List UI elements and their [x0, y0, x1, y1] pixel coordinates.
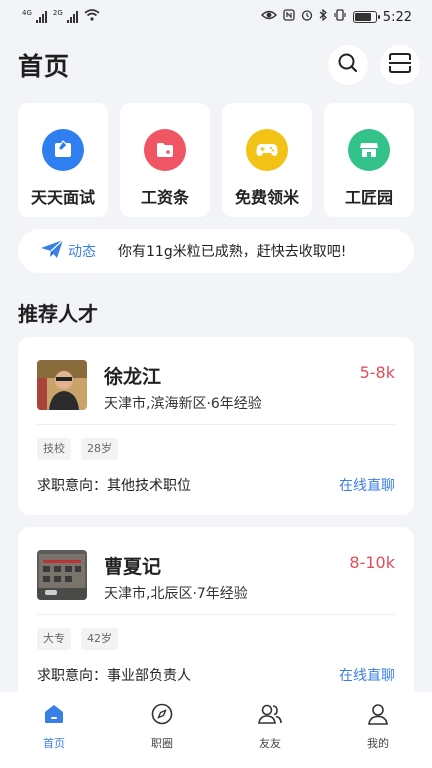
tile-craftsman-park[interactable]: 工匠园 [324, 103, 414, 217]
sim1-network-type: 4G [22, 9, 32, 17]
status-bar: 4G 2G 5:22 [0, 0, 432, 34]
battery-fill [354, 13, 371, 21]
tile-payslip[interactable]: 工资条 [120, 103, 210, 217]
candidate-salary: 8-10k [349, 553, 395, 572]
divider [37, 424, 395, 425]
age-tag: 42岁 [81, 628, 118, 650]
education-tag: 技校 [37, 438, 71, 460]
page-header: 首页 [18, 42, 420, 88]
header-actions [328, 45, 420, 85]
search-icon [337, 52, 359, 78]
candidate-card[interactable]: 徐龙江 天津市,滨海新区·6年经验 5-8k 技校 28岁 求职意向：其他技术职… [18, 337, 414, 515]
paper-plane-icon [40, 239, 64, 263]
interview-icon [42, 129, 84, 171]
signal-icon [35, 11, 47, 23]
friends-icon [257, 702, 283, 730]
tab-label: 职圈 [151, 737, 173, 750]
tile-daily-interview[interactable]: 天天面试 [18, 103, 108, 217]
store-icon [348, 129, 390, 171]
signal-icon [66, 11, 78, 23]
wifi-icon [84, 9, 100, 25]
avatar [37, 550, 87, 600]
tab-profile[interactable]: 我的 [338, 702, 418, 751]
battery-icon [352, 11, 380, 23]
online-chat-link[interactable]: 在线直聊 [339, 665, 395, 685]
education-tag: 大专 [37, 628, 71, 650]
notice-tag: 动态 [68, 244, 96, 260]
online-chat-link[interactable]: 在线直聊 [339, 475, 395, 495]
job-intent: 求职意向：事业部负责人 [37, 668, 191, 684]
alarm-icon [301, 9, 313, 25]
vibrate-icon [333, 9, 347, 25]
tab-friends[interactable]: 友友 [230, 702, 310, 751]
home-icon [42, 702, 66, 730]
section-title: 推荐人才 [18, 302, 98, 326]
scan-button[interactable] [380, 45, 420, 85]
sim2-network-type: 2G [52, 9, 63, 17]
status-right: 5:22 [260, 8, 412, 25]
candidate-info: 天津市,北辰区·7年经验 [104, 586, 248, 602]
tab-label: 我的 [367, 737, 389, 750]
tab-home[interactable]: 首页 [14, 702, 94, 751]
candidate-tags: 大专 42岁 [37, 628, 118, 650]
bluetooth-icon [319, 8, 327, 25]
divider [37, 614, 395, 615]
folder-icon [144, 129, 186, 171]
tab-label: 首页 [43, 737, 65, 750]
quick-tiles: 天天面试 工资条 免费领米 工匠园 [18, 103, 414, 217]
scan-icon [388, 52, 412, 78]
status-time: 5:22 [382, 9, 412, 25]
candidate-name: 徐龙江 [104, 366, 162, 388]
compass-icon [150, 702, 174, 730]
job-intent: 求职意向：其他技术职位 [37, 478, 191, 494]
bottom-tab-bar: 首页 职圈 友友 我的 [0, 692, 432, 768]
candidate-name: 曹夏记 [104, 556, 162, 578]
activity-notice[interactable]: 动态 你有11g米粒已成熟，赶快去收取吧! [18, 229, 414, 273]
profile-icon [366, 702, 390, 730]
tab-circle[interactable]: 职圈 [122, 702, 202, 751]
gamepad-icon [246, 129, 288, 171]
tile-free-rice[interactable]: 免费领米 [222, 103, 312, 217]
search-button[interactable] [328, 45, 368, 85]
age-tag: 28岁 [81, 438, 118, 460]
candidate-salary: 5-8k [359, 363, 395, 382]
page-title: 首页 [18, 52, 71, 81]
status-left: 4G 2G [22, 9, 100, 25]
candidate-info: 天津市,滨海新区·6年经验 [104, 396, 262, 412]
avatar [37, 360, 87, 410]
tile-label: 天天面试 [30, 188, 95, 207]
nfc-icon [283, 9, 295, 25]
candidate-tags: 技校 28岁 [37, 438, 118, 460]
tile-label: 工资条 [140, 188, 189, 207]
tile-label: 工匠园 [344, 188, 393, 207]
candidate-card[interactable]: 曹夏记 天津市,北辰区·7年经验 8-10k 大专 42岁 求职意向：事业部负责… [18, 527, 414, 705]
eye-icon [260, 9, 277, 25]
notice-text: 你有11g米粒已成熟，赶快去收取吧! [118, 244, 347, 260]
tab-label: 友友 [259, 737, 281, 750]
tile-label: 免费领米 [234, 188, 299, 207]
